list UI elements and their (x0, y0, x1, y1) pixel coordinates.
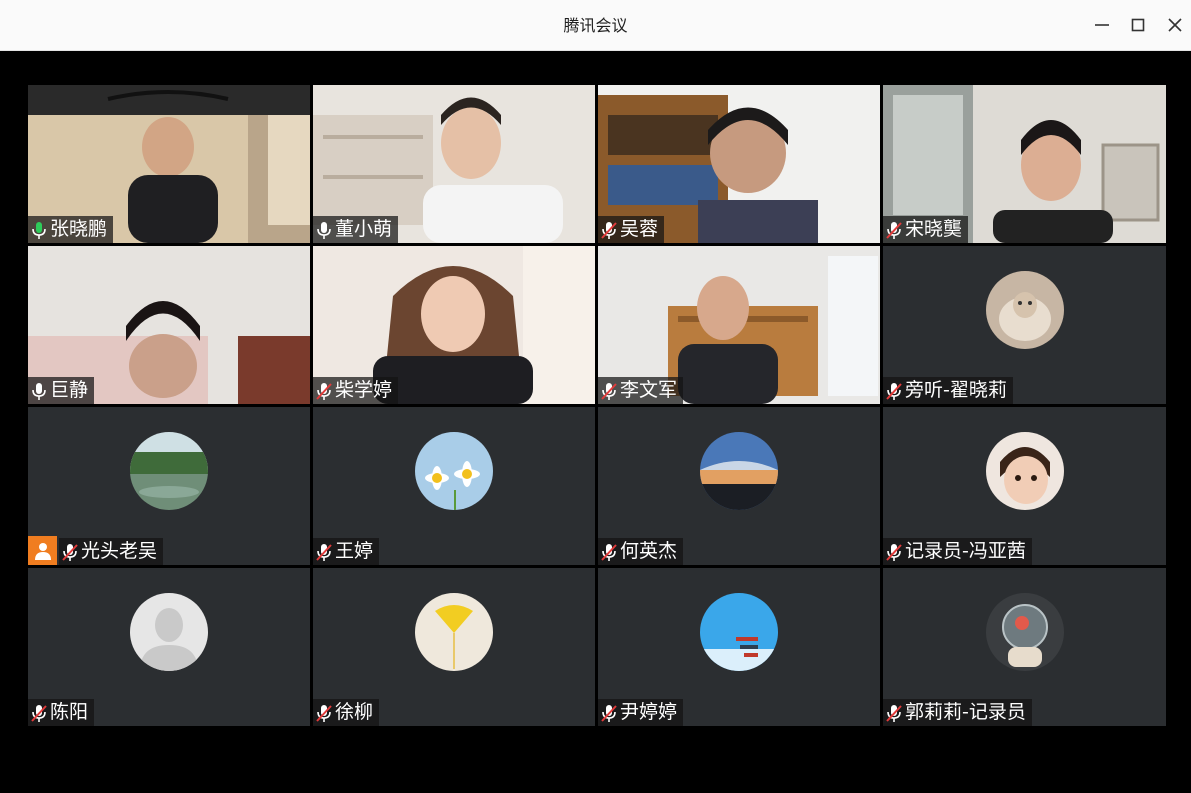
participant-tile-6[interactable]: 柴学婷 (313, 246, 595, 404)
name-label: 尹婷婷 (598, 699, 684, 726)
person-icon (28, 536, 57, 565)
participant-tile-2[interactable]: 董小萌 (313, 85, 595, 243)
name-label: 徐柳 (313, 699, 380, 726)
name-label: 巨静 (28, 377, 95, 404)
name-label: 郭莉莉-记录员 (883, 699, 1032, 726)
participant-name: 董小萌 (335, 218, 393, 240)
mic-muted-icon (315, 703, 333, 723)
name-label: 何英杰 (598, 538, 684, 565)
name-label: 柴学婷 (313, 377, 399, 404)
participant-tile-7[interactable]: 李文军 (598, 246, 880, 404)
participant-tile-12[interactable]: 记录员-冯亚茜 (883, 407, 1166, 565)
participant-tile-15[interactable]: 尹婷婷 (598, 568, 880, 726)
mic-muted-icon (885, 542, 903, 562)
close-button[interactable] (1163, 13, 1187, 37)
close-icon (1168, 18, 1182, 32)
maximize-icon (1131, 18, 1145, 32)
sheep-avatar (985, 271, 1064, 349)
mic-muted-icon (315, 542, 333, 562)
window-title: 腾讯会议 (563, 16, 628, 35)
name-label: 光头老吴 (59, 538, 164, 565)
sunset-avatar (700, 432, 778, 510)
daisy-avatar (415, 432, 493, 510)
minimize-icon (1095, 24, 1109, 26)
participant-tile-4[interactable]: 宋晓龑 (883, 85, 1166, 243)
participant-tile-8[interactable]: 旁听-翟晓莉 (883, 246, 1166, 404)
participant-name: 光头老吴 (81, 540, 158, 562)
participant-name: 何英杰 (620, 540, 678, 562)
mic-muted-icon (885, 220, 903, 240)
mic-speaking-icon (30, 220, 48, 240)
mic-muted-icon (600, 542, 618, 562)
mic-muted-icon (600, 220, 618, 240)
participant-name: 宋晓龑 (905, 218, 963, 240)
participant-name: 徐柳 (335, 701, 374, 723)
mic-muted-icon (315, 381, 333, 401)
video-grid: 张晓鹏 董小萌 吴蓉 宋晓龑 巨静 柴学婷 李文军 旁听-翟晓莉 光头老吴 王婷… (28, 85, 1166, 726)
name-label: 记录员-冯亚茜 (883, 538, 1032, 565)
name-label: 陈阳 (28, 699, 95, 726)
participant-tile-14[interactable]: 徐柳 (313, 568, 595, 726)
name-label: 吴蓉 (598, 216, 665, 243)
lake-avatar (130, 432, 208, 510)
astronaut-avatar (985, 593, 1064, 671)
participant-tile-5[interactable]: 巨静 (28, 246, 310, 404)
title-bar: 腾讯会议 (0, 0, 1191, 51)
participant-tile-10[interactable]: 王婷 (313, 407, 595, 565)
minimize-button[interactable] (1090, 13, 1114, 37)
participant-name: 记录员-冯亚茜 (905, 540, 1026, 562)
participant-tile-3[interactable]: 吴蓉 (598, 85, 880, 243)
name-label: 张晓鹏 (28, 216, 114, 243)
participant-name: 巨静 (50, 379, 89, 401)
mic-muted-icon (30, 703, 48, 723)
name-label: 王婷 (313, 538, 380, 565)
name-label: 宋晓龑 (883, 216, 969, 243)
child-avatar (985, 432, 1064, 510)
mic-muted-icon (600, 381, 618, 401)
participant-tile-16[interactable]: 郭莉莉-记录员 (883, 568, 1166, 726)
maximize-button[interactable] (1126, 13, 1150, 37)
default-avatar (130, 593, 208, 671)
participant-tile-11[interactable]: 何英杰 (598, 407, 880, 565)
participant-name: 柴学婷 (335, 379, 393, 401)
participant-name: 郭莉莉-记录员 (905, 701, 1026, 723)
participant-name: 旁听-翟晓莉 (905, 379, 1007, 401)
name-label: 董小萌 (313, 216, 399, 243)
mic-muted-icon (61, 542, 79, 562)
participant-name: 吴蓉 (620, 218, 659, 240)
mic-muted-icon (600, 703, 618, 723)
mic-muted-icon (885, 381, 903, 401)
sky-avatar (700, 593, 778, 671)
participant-name: 尹婷婷 (620, 701, 678, 723)
name-label: 旁听-翟晓莉 (883, 377, 1013, 404)
participant-tile-1[interactable]: 张晓鹏 (28, 85, 310, 243)
mic-on-icon (30, 381, 48, 401)
participant-name: 陈阳 (50, 701, 89, 723)
participant-name: 李文军 (620, 379, 678, 401)
participant-name: 王婷 (335, 540, 374, 562)
participant-tile-13[interactable]: 陈阳 (28, 568, 310, 726)
mic-on-icon (315, 220, 333, 240)
participant-tile-9[interactable]: 光头老吴 (28, 407, 310, 565)
ginkgo-avatar (415, 593, 493, 671)
mic-muted-icon (885, 703, 903, 723)
name-label: 李文军 (598, 377, 684, 404)
participant-name: 张晓鹏 (50, 218, 108, 240)
